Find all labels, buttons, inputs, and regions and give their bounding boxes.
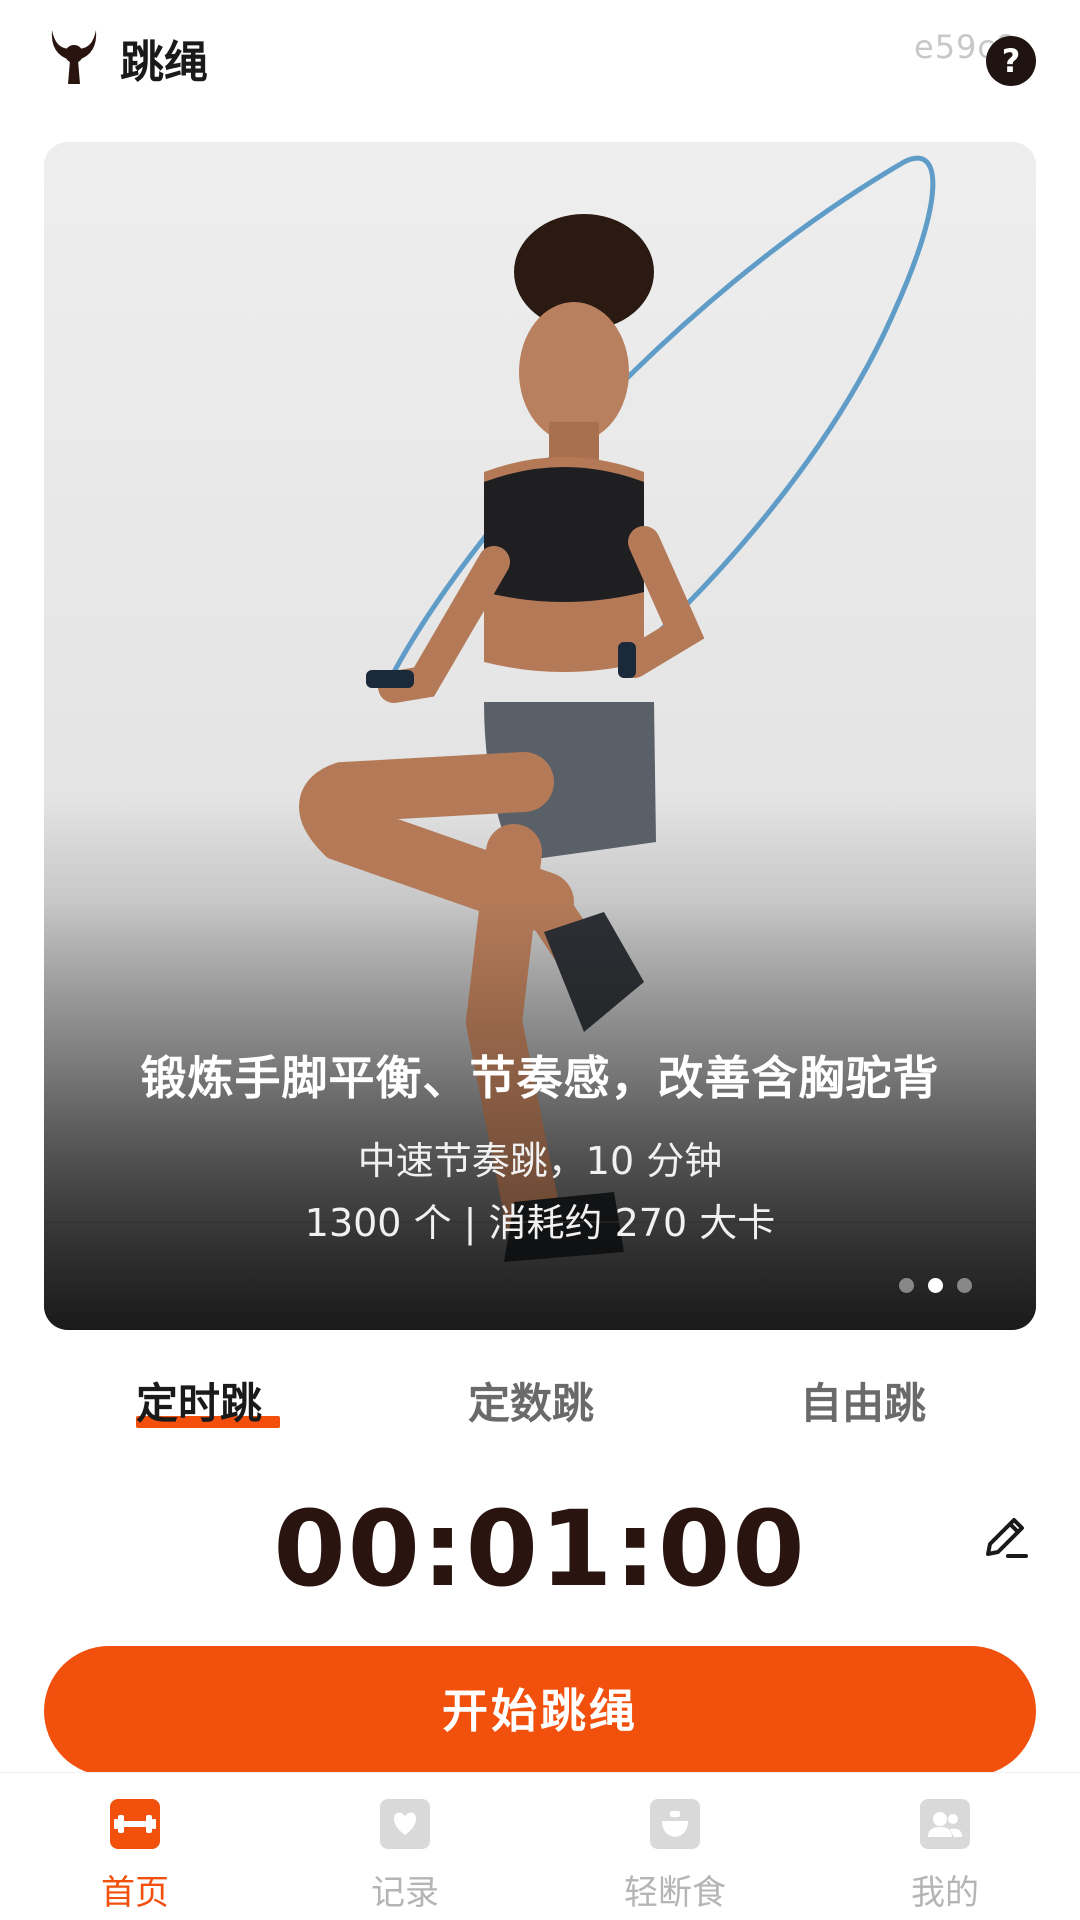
- carousel-dot-active[interactable]: [928, 1278, 943, 1293]
- banner-subtitle-stats: 1300 个 | 消耗约 270 大卡: [304, 1201, 776, 1245]
- bottom-nav: 首页 记录 轻断食 我的: [0, 1772, 1080, 1920]
- promo-banner[interactable]: 锻炼手脚平衡、节奏感，改善含胸驼背 中速节奏跳，10 分钟 1300 个 | 消…: [44, 142, 1036, 1330]
- nav-label-fasting: 轻断食: [624, 1873, 726, 1913]
- home-screen: 跳绳 e59c8 ? 锻炼手脚平衡、节奏感，改善含胸驼背 中速节奏跳，10 分钟…: [0, 0, 1080, 1920]
- nav-label-home: 首页: [101, 1873, 169, 1913]
- carousel-dot[interactable]: [957, 1278, 972, 1293]
- start-jump-button[interactable]: 开始跳绳: [44, 1646, 1036, 1776]
- nav-label-profile: 我的: [911, 1873, 979, 1913]
- banner-title: 锻炼手脚平衡、节奏感，改善含胸驼背: [140, 1051, 940, 1105]
- food-icon: [650, 1799, 700, 1849]
- nav-item-record[interactable]: 记录: [305, 1797, 505, 1914]
- pencil-edit-icon[interactable]: [978, 1510, 1032, 1564]
- tab-timed-jump[interactable]: 定时跳: [136, 1370, 262, 1431]
- banner-subtitle-duration: 中速节奏跳，10 分钟: [357, 1139, 723, 1183]
- nav-item-fasting[interactable]: 轻断食: [575, 1797, 775, 1914]
- profile-icon: [920, 1799, 970, 1849]
- carousel-indicator: [899, 1278, 972, 1294]
- timer-display: 00:01:00: [273, 1488, 807, 1610]
- app-title: 跳绳: [120, 37, 208, 88]
- app-header: 跳绳 e59c8 ?: [0, 0, 1080, 120]
- nav-label-record: 记录: [371, 1873, 439, 1913]
- tab-free-jump[interactable]: 自由跳: [800, 1370, 926, 1431]
- help-button[interactable]: ?: [986, 36, 1036, 86]
- tab-count-jump[interactable]: 定数跳: [468, 1370, 594, 1431]
- nav-item-home[interactable]: 首页: [35, 1797, 235, 1914]
- nav-item-profile[interactable]: 我的: [845, 1797, 1045, 1914]
- carousel-dot[interactable]: [899, 1278, 914, 1293]
- dumbbell-icon: [110, 1799, 160, 1849]
- mode-tabs: 定时跳 定数跳 自由跳: [0, 1370, 1080, 1450]
- jumper-logo-icon: [51, 30, 97, 84]
- record-icon: [380, 1799, 430, 1849]
